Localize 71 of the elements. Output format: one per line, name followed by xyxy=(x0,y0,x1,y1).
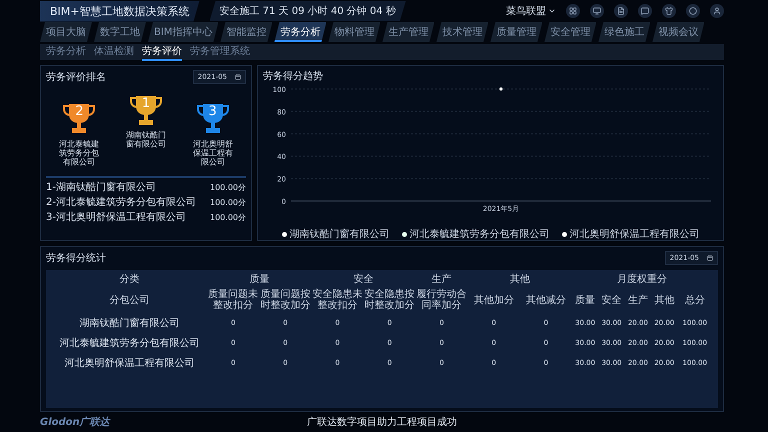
safety-counter: 安全施工 71 天 09 小时 40 分钟 04 秒 xyxy=(210,1,406,21)
ranking-entry: 3-河北奥明舒保温工程有限公司 xyxy=(46,212,186,224)
sub-tab[interactable]: 劳务管理系统 xyxy=(190,43,250,61)
grid-icon[interactable] xyxy=(566,4,580,18)
group-header: 其他 xyxy=(508,272,531,287)
sub-tab[interactable]: 劳务评价 xyxy=(142,43,182,61)
nav-tab[interactable]: 绿色施工 xyxy=(598,22,650,42)
column-header: 安全隐患未整改扣分 xyxy=(311,288,364,313)
score: 100.00分 xyxy=(210,182,246,194)
column-header: 其他 xyxy=(653,294,676,308)
nav-tab[interactable]: 项目大脑 xyxy=(40,22,92,42)
nav-tab[interactable]: 劳务分析 xyxy=(274,22,326,42)
group-header: 月度权重分 xyxy=(616,272,668,287)
user-icon[interactable] xyxy=(710,4,724,18)
chevron-down-icon xyxy=(548,7,556,15)
group-header: 分类 xyxy=(118,272,141,287)
group-header: 质量 xyxy=(248,272,270,287)
nav-tab[interactable]: 视频会议 xyxy=(652,22,704,42)
rank-number: 3 xyxy=(208,105,218,119)
logo: Glodon广联达 xyxy=(40,416,112,429)
panel-title: 劳务得分统计 xyxy=(46,252,106,264)
nav-tab[interactable]: 生产管理 xyxy=(382,22,434,42)
score: 100.00分 xyxy=(210,212,246,224)
calendar-icon xyxy=(707,254,713,260)
column-header: 总分 xyxy=(684,294,706,308)
column-header: 质量问题按时整改加分 xyxy=(259,288,312,313)
column-header: 质量问题未整改扣分 xyxy=(207,288,260,313)
table-cell-text: 湖南钛酷门窗有限公司 xyxy=(78,316,181,331)
column-header: 其他减分 xyxy=(524,294,567,308)
rank-number: 1 xyxy=(140,97,152,111)
company-name: 河北泰毓建筑劳务分包有限公司 xyxy=(58,140,100,167)
column-header: 安全隐患按时整改加分 xyxy=(364,288,416,313)
user-menu[interactable]: 菜鸟联盟 xyxy=(506,4,556,18)
column-header: 质量 xyxy=(574,294,596,308)
legend-label: 河北泰毓建筑劳务分包有限公司 xyxy=(410,228,550,241)
panel-title: 劳务评价排名 xyxy=(46,70,106,84)
circle-icon[interactable] xyxy=(686,4,700,18)
nav-tab[interactable]: BIM指挥中心 xyxy=(148,22,218,42)
nav-tab[interactable]: 数字工地 xyxy=(94,22,146,42)
panel-title: 劳务得分趋势 xyxy=(263,70,323,83)
nav-tab[interactable]: 技术管理 xyxy=(436,22,488,42)
table-cell-text: 河北奥明舒保温工程有限公司 xyxy=(64,356,196,371)
column-header: 履行劳动合同率加分 xyxy=(416,288,468,313)
slogan: 广联达数字项目助力工程项目成功 xyxy=(307,416,457,429)
sub-tab[interactable]: 劳务分析 xyxy=(46,43,86,61)
ranking-entry: 1-湖南钛酷门窗有限公司 xyxy=(46,182,156,194)
rank-number: 2 xyxy=(74,105,84,119)
legend-label: 河北奥明舒保温工程有限公司 xyxy=(570,228,700,241)
nav-tab[interactable]: 智能监控 xyxy=(220,22,272,42)
monitor-icon[interactable] xyxy=(590,4,604,18)
shirt-icon[interactable] xyxy=(662,4,676,18)
column-header: 其他加分 xyxy=(472,294,515,308)
ranking-entry: 2-河北泰毓建筑劳务分包有限公司 xyxy=(46,197,196,209)
calendar-icon xyxy=(235,74,241,80)
company-name: 湖南钛酷门窗有限公司 xyxy=(124,131,167,149)
nav-tab[interactable]: 物料管理 xyxy=(328,22,380,42)
table-cell-text: 河北泰毓建筑劳务分包有限公司 xyxy=(58,336,201,351)
company-name: 河北奥明舒保温工程有限公司 xyxy=(192,140,234,167)
nav-tab[interactable]: 安全管理 xyxy=(544,22,596,42)
nav-tab[interactable]: 质量管理 xyxy=(490,22,542,42)
column-header: 分包公司 xyxy=(108,294,151,308)
score: 100.00分 xyxy=(210,197,246,209)
document-icon[interactable] xyxy=(614,4,628,18)
legend-label: 湖南钛酷门窗有限公司 xyxy=(290,228,390,241)
sub-tab[interactable]: 体温检测 xyxy=(94,43,134,61)
message-icon[interactable] xyxy=(638,4,652,18)
column-header: 生产 xyxy=(626,294,649,308)
group-header: 生产 xyxy=(430,272,453,287)
group-header: 安全 xyxy=(352,272,374,287)
app-title: BIM+智慧工地数据决策系统 xyxy=(40,0,200,22)
column-header: 安全 xyxy=(600,294,623,308)
